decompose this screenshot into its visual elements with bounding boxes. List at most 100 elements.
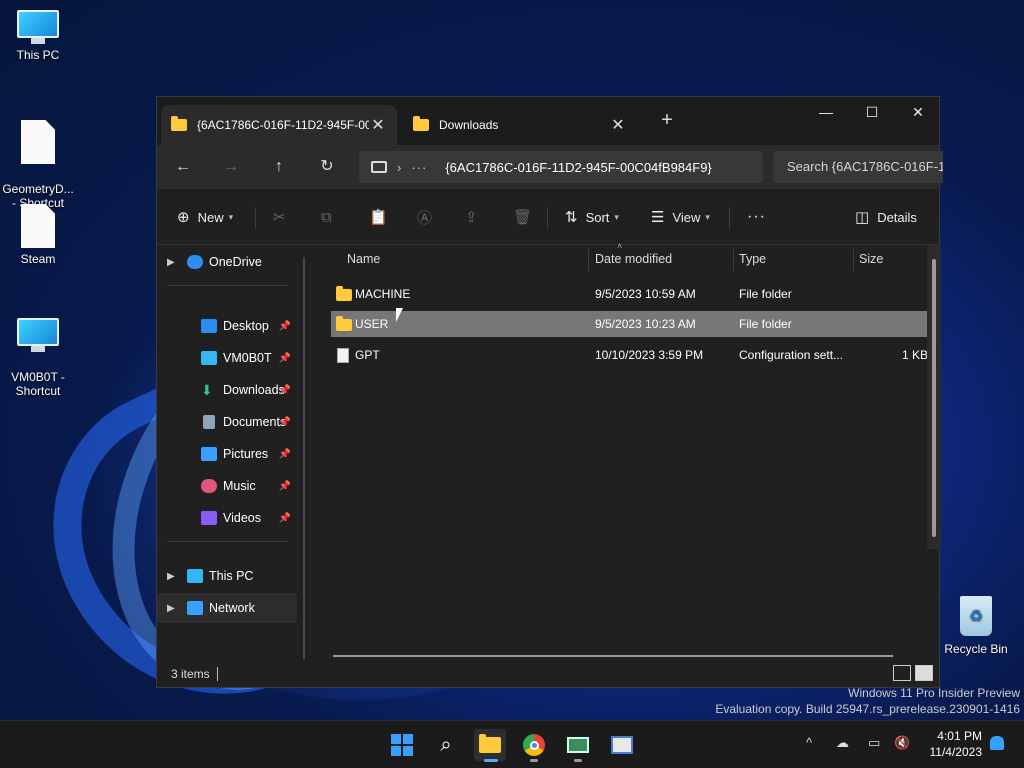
sidebar-item-pictures[interactable]: Pictures 📌 bbox=[157, 439, 297, 469]
file-date: 9/5/2023 10:59 AM bbox=[595, 287, 696, 301]
file-name: USER bbox=[355, 317, 389, 331]
address-path[interactable]: {6AC1786C-016F-11D2-945F-00C04fB984F9} bbox=[445, 160, 711, 175]
sidebar-item-network[interactable]: ▶ Network bbox=[157, 593, 297, 623]
close-tab-icon[interactable]: ✕ bbox=[369, 115, 387, 135]
tab-downloads[interactable]: Downloads ✕ bbox=[403, 105, 637, 145]
refresh-button[interactable]: ↻ bbox=[313, 153, 341, 181]
sort-button[interactable]: ⇅ Sort ▾ bbox=[565, 203, 619, 231]
sort-icon: ⇅ bbox=[565, 209, 578, 226]
address-bar[interactable]: › ··· {6AC1786C-016F-11D2-945F-00C04fB98… bbox=[359, 151, 763, 183]
pin-icon[interactable]: 📌 bbox=[279, 385, 291, 396]
pin-icon[interactable]: 📌 bbox=[279, 449, 291, 460]
view-button[interactable]: ☰ View ▾ bbox=[651, 203, 710, 231]
chevron-down-icon: ▾ bbox=[614, 211, 619, 222]
sidebar-item-this-pc[interactable]: ▶ This PC bbox=[157, 561, 297, 591]
search-input[interactable]: Search {6AC1786C-016F-11D2-945F-00C04fB9… bbox=[773, 151, 943, 183]
file-row-gpt[interactable]: GPT 10/10/2023 3:59 PM Configuration set… bbox=[331, 342, 928, 368]
cut-icon[interactable]: ✂ bbox=[273, 203, 286, 231]
onedrive-offline-icon[interactable]: ☁ bbox=[836, 735, 849, 751]
start-button[interactable] bbox=[386, 729, 418, 761]
breadcrumb-overflow[interactable]: ··· bbox=[411, 160, 427, 175]
chevron-right-icon[interactable]: ▶ bbox=[167, 571, 181, 582]
search-icon: ⌕ bbox=[440, 733, 452, 756]
sort-label: Sort bbox=[585, 209, 610, 225]
taskbar-chrome[interactable] bbox=[518, 729, 550, 762]
taskbar-file-explorer[interactable] bbox=[474, 729, 506, 762]
maximize-button[interactable]: ☐ bbox=[849, 97, 895, 127]
pin-icon[interactable]: 📌 bbox=[279, 513, 291, 524]
close-tab-icon[interactable]: ✕ bbox=[609, 115, 627, 135]
details-view-icon[interactable] bbox=[893, 665, 911, 681]
desktop-icon-recycle-bin[interactable]: Recycle Bin bbox=[940, 596, 1012, 656]
file-size: 1 KB bbox=[902, 348, 929, 362]
show-hidden-icons-chevron[interactable]: ^ bbox=[806, 735, 812, 750]
sidebar-item-downloads[interactable]: ⬇ Downloads 📌 bbox=[157, 375, 297, 405]
desktop-icon-steam[interactable]: Steam bbox=[0, 204, 76, 266]
document-shortcut-icon bbox=[21, 120, 55, 164]
share-icon[interactable]: ⇪ bbox=[465, 203, 478, 231]
column-headers: Name ˄ Date modified Type Size bbox=[317, 241, 937, 273]
explorer-body: ▶ OneDrive Desktop 📌 VM0B0T 📌 ⬇ Download… bbox=[157, 241, 941, 663]
command-bar: ⊕ New ▾ ✂ ⧉ 📋 Ⓐ ⇪ 🗑 ⇅ Sort ▾ ☰ View ▾ ··… bbox=[157, 189, 939, 245]
navigation-scrollbar[interactable] bbox=[303, 257, 305, 659]
close-button[interactable]: ✕ bbox=[895, 97, 941, 127]
paste-icon[interactable]: 📋 bbox=[369, 203, 388, 231]
sidebar-item-vm0b0t[interactable]: VM0B0T 📌 bbox=[157, 343, 297, 373]
search-button[interactable]: ⌕ bbox=[430, 729, 462, 761]
vertical-scrollbar[interactable] bbox=[927, 245, 941, 549]
volume-muted-icon[interactable]: 🔇 bbox=[894, 735, 910, 751]
new-tab-button[interactable]: + bbox=[657, 109, 677, 132]
sidebar-item-videos[interactable]: Videos 📌 bbox=[157, 503, 297, 533]
column-type[interactable]: Type bbox=[739, 252, 766, 266]
taskbar-clock[interactable]: 4:01 PM 11/4/2023 bbox=[930, 728, 983, 760]
chevron-right-icon[interactable]: ▶ bbox=[167, 603, 181, 614]
details-button[interactable]: ◫ Details bbox=[855, 203, 917, 231]
sidebar-item-onedrive[interactable]: ▶ OneDrive bbox=[157, 247, 297, 277]
more-options-button[interactable]: ··· bbox=[747, 203, 766, 231]
desktop-icon-this-pc[interactable]: This PC bbox=[0, 10, 76, 62]
pin-icon[interactable]: 📌 bbox=[279, 481, 291, 492]
sidebar-item-documents[interactable]: Documents 📌 bbox=[157, 407, 297, 437]
pin-icon[interactable]: 📌 bbox=[279, 321, 291, 332]
document-icon bbox=[203, 415, 215, 429]
view-icon: ☰ bbox=[651, 209, 665, 226]
notification-bell-icon[interactable] bbox=[990, 736, 1004, 750]
tab-title: Downloads bbox=[439, 118, 499, 132]
sidebar-item-label: Documents bbox=[223, 415, 287, 429]
pin-icon[interactable]: 📌 bbox=[279, 417, 291, 428]
new-button[interactable]: ⊕ New ▾ bbox=[177, 203, 233, 231]
column-name[interactable]: Name bbox=[347, 252, 380, 266]
taskbar: ⌕ ^ ☁ ▭ 🔇 4:01 PM 11/4/2023 bbox=[0, 720, 1024, 768]
chevron-right-icon[interactable]: › bbox=[397, 160, 401, 175]
copy-icon[interactable]: ⧉ bbox=[321, 203, 332, 231]
horizontal-scrollbar[interactable] bbox=[333, 655, 893, 657]
sidebar-item-label: OneDrive bbox=[209, 255, 262, 269]
sidebar-item-desktop[interactable]: Desktop 📌 bbox=[157, 311, 297, 341]
desktop-icon-vm0b0t-shortcut[interactable]: VM0B0T - Shortcut bbox=[0, 304, 76, 412]
minimize-button[interactable]: — bbox=[803, 97, 849, 127]
sidebar-item-label: VM0B0T bbox=[223, 351, 272, 365]
up-button[interactable]: ↑ bbox=[265, 153, 293, 181]
sidebar-item-music[interactable]: Music 📌 bbox=[157, 471, 297, 501]
folder-icon bbox=[171, 116, 187, 131]
folder-icon bbox=[336, 316, 352, 331]
back-button[interactable]: ← bbox=[169, 153, 197, 181]
column-size[interactable]: Size bbox=[859, 252, 883, 266]
chevron-right-icon[interactable]: ▶ bbox=[167, 257, 181, 268]
file-row-machine[interactable]: MACHINE 9/5/2023 10:59 AM File folder bbox=[331, 281, 928, 307]
file-row-user[interactable]: USER 9/5/2023 10:23 AM File folder bbox=[331, 311, 928, 337]
music-icon bbox=[201, 479, 217, 493]
pin-icon[interactable]: 📌 bbox=[279, 353, 291, 364]
network-icon bbox=[187, 601, 203, 615]
tab-active[interactable]: {6AC1786C-016F-11D2-945F-00C ✕ bbox=[161, 105, 397, 145]
forward-button[interactable]: → bbox=[217, 153, 245, 181]
taskbar-app-2[interactable] bbox=[606, 729, 638, 761]
clock-time: 4:01 PM bbox=[937, 729, 982, 743]
delete-icon[interactable]: 🗑 bbox=[513, 203, 532, 231]
rename-icon[interactable]: Ⓐ bbox=[417, 203, 432, 231]
network-icon[interactable]: ▭ bbox=[868, 735, 880, 751]
tiles-view-icon[interactable] bbox=[915, 665, 933, 681]
column-date-modified[interactable]: Date modified bbox=[595, 252, 672, 266]
taskbar-app[interactable] bbox=[562, 729, 594, 762]
details-label: Details bbox=[877, 209, 917, 225]
